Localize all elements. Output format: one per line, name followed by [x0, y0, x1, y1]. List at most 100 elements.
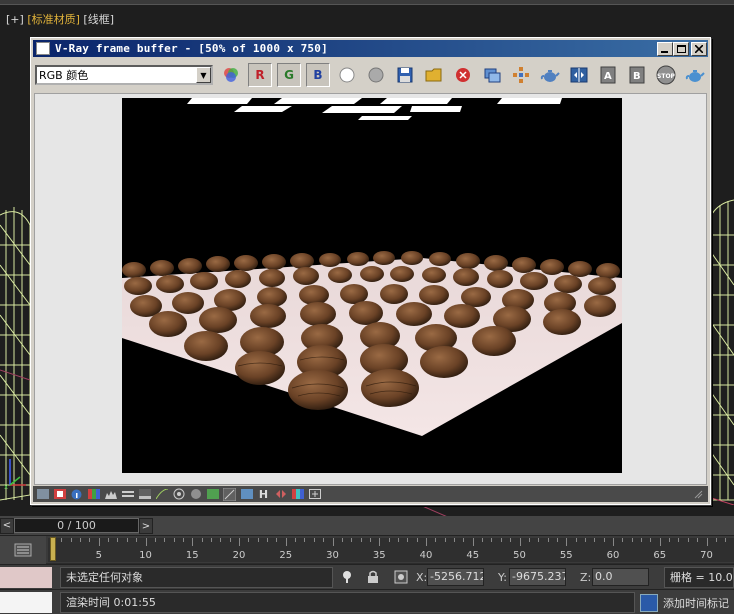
image-icon[interactable]: [206, 489, 219, 500]
compare-ab-button[interactable]: [567, 63, 591, 87]
ruler-tick-label: 60: [606, 550, 620, 561]
ruler-tick: [538, 538, 540, 542]
lock-icon[interactable]: [366, 570, 380, 584]
ruler-tick: [70, 538, 72, 542]
x-label: X:: [416, 571, 428, 584]
x-coordinate-field[interactable]: -5256.712: [427, 568, 484, 586]
stop-icon: STOP: [656, 65, 676, 85]
denoise-icon[interactable]: [240, 489, 253, 500]
vfb-toolbar: RGB 颜色 ▼ R G B A B STOP: [33, 60, 708, 90]
info-icon[interactable]: [70, 489, 83, 500]
ruler-tick-label: 70: [700, 550, 713, 561]
ruler-tick: [98, 538, 100, 546]
maximize-icon: [676, 45, 686, 53]
render-last-button[interactable]: [538, 63, 562, 87]
history-a-button[interactable]: A: [596, 63, 620, 87]
red-channel-button[interactable]: R: [248, 63, 272, 87]
levels-icon[interactable]: [121, 489, 134, 500]
ruler-tick: [80, 538, 82, 542]
icc-icon[interactable]: [189, 489, 202, 500]
chevron-down-icon[interactable]: ▼: [196, 67, 211, 83]
resize-grip-icon[interactable]: [691, 489, 704, 500]
add-time-tag-button[interactable]: 添加时间标记: [640, 592, 734, 613]
status-bar-top: 未选定任何对象 X: -5256.712 Y: -9675.237 Z: 0.0…: [0, 564, 734, 589]
viewport-label[interactable]: [+] [标准材质] [线框]: [6, 11, 114, 27]
time-next-button[interactable]: >: [139, 518, 153, 534]
z-coordinate-field[interactable]: 0.0: [592, 568, 649, 586]
viewport-menu-plus[interactable]: [+]: [6, 13, 24, 26]
lens-effects-icon[interactable]: [223, 487, 236, 501]
ruler-tick: [229, 538, 231, 542]
time-playhead[interactable]: [50, 537, 56, 561]
history-a-icon: A: [600, 66, 616, 84]
ruler-tick: [201, 538, 203, 542]
time-prev-button[interactable]: <: [0, 517, 14, 534]
time-slider-track[interactable]: 0 / 100: [14, 518, 139, 533]
minimize-button[interactable]: [657, 42, 673, 56]
close-button[interactable]: [691, 42, 707, 56]
ruler-tick: [248, 538, 250, 542]
vertical-flip-icon[interactable]: [274, 489, 287, 500]
absolute-mode-icon[interactable]: [394, 570, 408, 584]
duplicate-to-max-vfb-button[interactable]: [480, 63, 504, 87]
vray-frame-buffer-window[interactable]: V-Ray frame buffer - [50% of 1000 x 750]…: [30, 37, 711, 505]
save-disk-icon: [397, 67, 413, 83]
ruler-tick: [641, 538, 643, 542]
render-button[interactable]: [683, 63, 707, 87]
horizontal-flip-icon[interactable]: H: [257, 488, 270, 501]
track-bar-ruler[interactable]: 5 10 15 20 25 30 35 40 45 50 55 60 65 70: [48, 538, 734, 562]
histogram-icon[interactable]: [104, 489, 117, 500]
green-channel-button[interactable]: G: [277, 63, 301, 87]
maxscript-listener-mini[interactable]: [0, 567, 52, 588]
ruler-tick: [622, 538, 624, 542]
maxscript-listener-mini-2[interactable]: [0, 592, 52, 613]
ruler-tick: [126, 538, 128, 542]
ruler-tick: [220, 538, 222, 542]
vfb-titlebar[interactable]: V-Ray frame buffer - [50% of 1000 x 750]: [33, 40, 708, 57]
show-corrections-icon[interactable]: [36, 489, 49, 500]
ruler-tick: [154, 538, 156, 542]
viewport-mode-menu[interactable]: [线框]: [83, 13, 114, 26]
ruler-tick: [407, 538, 409, 542]
vfb-statusbar: H: [33, 486, 708, 502]
clear-x-icon: [456, 68, 470, 82]
clear-image-button[interactable]: [451, 63, 475, 87]
lut-icon[interactable]: [172, 488, 185, 500]
render-time-prompt: 渲染时间 0:01:55: [60, 592, 635, 613]
color-corrections-icon[interactable]: [53, 489, 66, 500]
render-display-area[interactable]: [34, 93, 707, 485]
exposure-icon[interactable]: [138, 489, 151, 500]
pixel-aspect-icon[interactable]: [308, 489, 321, 500]
stop-render-button[interactable]: STOP: [654, 63, 678, 87]
load-image-button[interactable]: [422, 63, 446, 87]
ruler-tick: [631, 538, 633, 542]
curve-icon[interactable]: [155, 489, 168, 500]
ruler-tick-label: 10: [139, 550, 152, 561]
compare-icon[interactable]: [291, 489, 304, 500]
ruler-tick: [351, 538, 353, 542]
track-bar-menu-button[interactable]: [0, 536, 46, 564]
save-image-button[interactable]: [393, 63, 417, 87]
color-channels-button[interactable]: [219, 63, 243, 87]
y-coordinate-field[interactable]: -9675.237: [509, 568, 566, 586]
history-b-button[interactable]: B: [625, 63, 649, 87]
teapot-array-render: [122, 98, 622, 473]
ruler-tick: [182, 538, 184, 542]
region-tracking-icon: [513, 67, 529, 83]
blue-channel-button[interactable]: B: [306, 63, 330, 87]
channel-dropdown[interactable]: RGB 颜色 ▼: [35, 65, 213, 85]
ruler-tick: [687, 538, 689, 542]
view-alpha-button[interactable]: [335, 63, 359, 87]
ruler-tick: [678, 538, 680, 542]
z-label: Z:: [580, 571, 592, 584]
track-mouse-button[interactable]: [509, 63, 533, 87]
isolate-selection-icon[interactable]: [340, 570, 354, 584]
vfb-window-icon[interactable]: [36, 42, 50, 55]
track-bar[interactable]: 5 10 15 20 25 30 35 40 45 50 55 60 65 70: [0, 535, 734, 564]
monochrome-button[interactable]: [364, 63, 388, 87]
ruler-tick: [613, 538, 614, 546]
channels-icon[interactable]: [87, 489, 100, 500]
maximize-button[interactable]: [673, 42, 689, 56]
viewport-shading-menu[interactable]: [标准材质]: [27, 13, 80, 26]
folder-icon: [425, 68, 442, 82]
